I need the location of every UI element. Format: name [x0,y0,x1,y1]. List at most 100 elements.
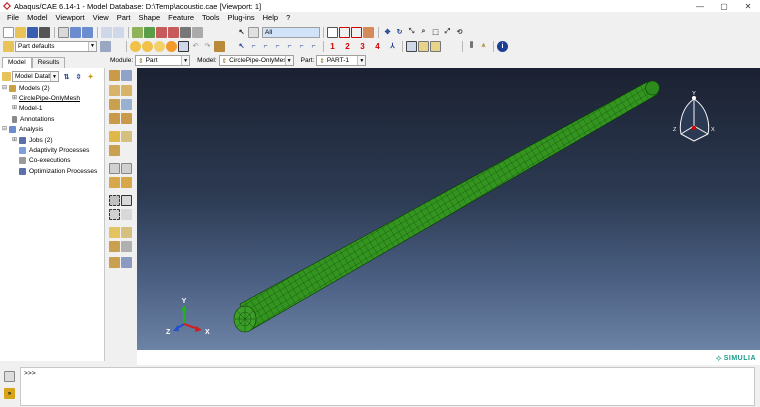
part-manager-icon[interactable] [121,70,132,81]
display-options-icon[interactable] [100,40,111,52]
tile-viewports-icon[interactable] [70,26,81,38]
tab-results[interactable]: Results [31,57,66,68]
round-fillet-icon[interactable] [109,131,120,142]
geometry-edit-icon[interactable] [109,257,120,268]
columns-icon[interactable]: ⫼ [466,41,477,52]
minimize-button[interactable]: — [688,0,712,12]
wire-icon[interactable] [121,99,132,110]
view-right-icon[interactable]: ⌐ [308,41,319,52]
menu-part[interactable]: Part [113,13,135,22]
view-back-icon[interactable]: ⌐ [260,41,271,52]
solid-view-icon[interactable] [418,40,429,52]
view-front-icon[interactable]: ⌐ [248,41,259,52]
collapse-icon[interactable]: ⊟ [2,126,7,132]
pipe-mesh[interactable] [233,80,660,333]
select-inside-icon[interactable] [339,26,350,38]
part-defaults-combo[interactable]: Part defaults ▼ [15,40,97,52]
expand-tree-icon[interactable]: ⇅ [61,71,72,82]
model-combo[interactable]: ⇕ CirclePipe-OnlyMesh ▼ [218,55,294,66]
box-select-icon[interactable] [327,26,338,38]
create-part-icon[interactable] [109,70,120,81]
iso-view-3-button[interactable]: 3 [357,41,368,52]
mesh-display-icon[interactable] [144,26,155,38]
box-view-icon[interactable] [406,40,417,52]
menu-help[interactable]: Help [259,13,282,22]
transparency-icon[interactable] [154,40,165,52]
partition-face-icon[interactable] [121,177,132,188]
shell-icon[interactable] [109,99,120,110]
expand-icon[interactable]: ⊞ [12,95,17,101]
datum-point-icon[interactable] [109,163,120,174]
tree-item-analysis[interactable]: ⊟ Analysis [2,126,43,133]
undo-view-icon[interactable]: ↶ [190,41,201,52]
set-icon[interactable] [109,209,120,220]
datum-plane-icon[interactable] [109,195,120,206]
magnify-icon[interactable]: ⤡ [406,27,417,38]
cut-extrude-icon[interactable] [109,113,120,124]
model-database-combo[interactable]: Model Datab ▼ [12,71,59,82]
maximize-button[interactable]: ▢ [712,0,736,12]
menu-file[interactable]: File [3,13,23,22]
tree-item-jobs[interactable]: ⊞ Jobs (2) [12,137,52,144]
chamfer-icon[interactable] [121,131,132,142]
menu-viewport[interactable]: Viewport [52,13,89,22]
viewport-icon[interactable] [58,26,69,38]
collapse-icon[interactable]: ⊟ [2,85,7,91]
redo-view-icon[interactable]: ↷ [202,41,213,52]
select-from-entity-icon[interactable] [248,26,259,38]
filter-tree-icon[interactable]: ✦ [85,71,96,82]
toolset-icon[interactable]: ⩚ [478,41,489,52]
tree-item-optimization[interactable]: Optimization Processes [19,168,97,175]
iso-view-4-button[interactable]: 4 [372,41,383,52]
auto-fit-icon[interactable]: ⤢ [442,27,453,38]
box-zoom-icon[interactable]: ⬚ [430,27,441,38]
graphics-viewport[interactable]: Y X Z Y Z X [137,68,760,350]
view-cube[interactable] [679,96,710,142]
collapse-tree-icon[interactable]: ⇳ [73,71,84,82]
print-icon[interactable] [39,26,50,38]
menu-plugins[interactable]: Plug-ins [224,13,259,22]
query-geometry-icon[interactable] [121,227,132,238]
close-button[interactable]: ✕ [736,0,760,12]
pan-icon[interactable]: ✥ [382,27,393,38]
solid-revolve-icon[interactable] [121,85,132,96]
refresh-icon[interactable] [113,26,124,38]
open-folder-icon[interactable] [15,26,26,38]
cycle-views-icon[interactable]: ⟲ [454,27,465,38]
color-icon[interactable] [166,40,177,52]
tools-icon[interactable] [121,241,132,252]
save-icon[interactable] [27,26,38,38]
edit-features-icon[interactable] [109,241,120,252]
select-arrow-icon[interactable]: ↖ [236,27,247,38]
menu-tools[interactable]: Tools [198,13,224,22]
context-help-icon[interactable]: ? [282,13,294,22]
iso-view-1-button[interactable]: 1 [327,41,338,52]
query-icon[interactable] [101,26,112,38]
view-bottom-icon[interactable]: ⌐ [284,41,295,52]
highlight-icon[interactable] [363,26,374,38]
expand-icon[interactable]: ⊞ [12,105,17,111]
tree-item-adaptivity[interactable]: Adaptivity Processes [19,147,89,154]
expand-icon[interactable]: ⊞ [12,137,17,143]
datum-csys-icon[interactable] [121,195,132,206]
menu-feature[interactable]: Feature [164,13,198,22]
zoom-icon[interactable]: ⌕ [418,27,429,38]
color-code-icon[interactable] [192,26,203,38]
solid-view-2-icon[interactable] [430,40,441,52]
wireframe-icon[interactable] [168,26,179,38]
virtual-topology-icon[interactable] [109,227,120,238]
shaded-icon[interactable] [130,40,141,52]
triad-icon[interactable]: ⅄ [387,41,398,52]
info-icon[interactable]: i [497,40,508,52]
shaded-edges-icon[interactable] [142,40,153,52]
new-file-icon[interactable] [3,26,14,38]
kernel-command-icon[interactable]: » [4,388,15,399]
partition-icon[interactable] [109,177,120,188]
cut-revolve-icon[interactable] [121,113,132,124]
selection-filter-combo[interactable]: All [262,26,320,38]
tree-item-annotations[interactable]: Annotations [12,116,54,123]
message-area-icon[interactable] [4,371,15,382]
tree-item-model-1[interactable]: ⊞ Model-1 [12,105,42,112]
iso-view-2-button[interactable]: 2 [342,41,353,52]
view-manager-icon[interactable] [214,40,225,52]
